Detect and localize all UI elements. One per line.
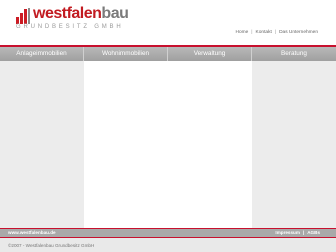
nav-item-verwaltung[interactable]: Verwaltung <box>168 47 252 61</box>
nav-item-anlageimmobilien[interactable]: Anlageimmobilien <box>0 47 84 61</box>
main-navigation: Anlageimmobilien Wohnimmobilien Verwaltu… <box>0 47 336 61</box>
footer-url-link[interactable]: www.westfalenbau.de <box>8 230 56 235</box>
left-column <box>0 61 84 228</box>
topnav-home[interactable]: Home <box>235 30 248 35</box>
logo-subtitle: GRUNDBESITZ GMBH <box>16 24 124 30</box>
logo-name-suffix: bau <box>101 5 129 22</box>
nav-item-beratung[interactable]: Beratung <box>252 47 336 61</box>
separator: | <box>251 30 253 35</box>
topnav-kontakt[interactable]: Kontakt <box>256 30 272 35</box>
separator: | <box>274 30 277 35</box>
copyright-text: ©2007 - Westfalenbau Grundbesitz GmbH <box>8 243 95 248</box>
logo-name-main: westfalen <box>33 5 102 22</box>
footer-bar: www.westfalenbau.de Impressum | AGBs <box>0 229 336 237</box>
top-navigation: Home | Kontakt | Das Unternehmen <box>235 30 318 35</box>
main-content-panel <box>84 61 252 228</box>
topnav-unternehmen[interactable]: Das Unternehmen <box>279 30 318 35</box>
footer-divider-bottom <box>0 237 336 238</box>
footer-link-agbs[interactable]: AGBs <box>307 230 320 235</box>
footer-links: Impressum | AGBs <box>275 230 320 235</box>
site-header: westfalenbau GRUNDBESITZ GMBH Home | Konta… <box>0 0 336 45</box>
footer-link-impressum[interactable]: Impressum <box>275 230 300 235</box>
nav-item-wohnimmobilien[interactable]: Wohnimmobilien <box>84 47 168 61</box>
right-column <box>252 61 336 228</box>
logo-wordmark[interactable]: westfalenbau <box>33 5 129 23</box>
separator: | <box>302 230 305 235</box>
logo-icon[interactable] <box>16 8 30 24</box>
